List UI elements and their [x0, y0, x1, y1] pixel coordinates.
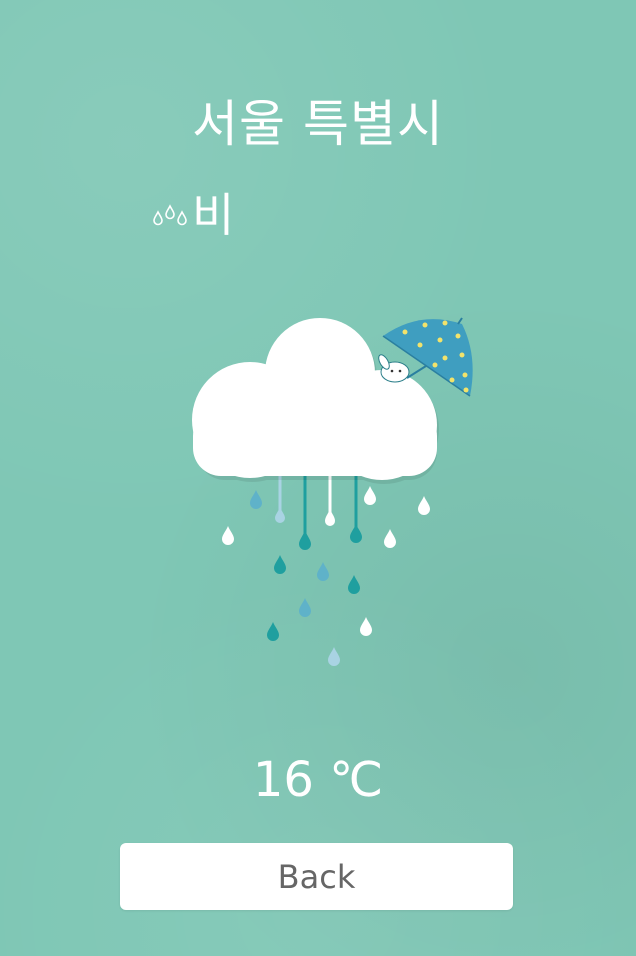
- temperature-display: 16 ℃: [0, 752, 636, 808]
- temperature-value: 16: [252, 752, 314, 808]
- rain-drops-icon: [153, 204, 187, 226]
- weather-condition-label: 비: [192, 188, 235, 242]
- city-title: 서울 특별시: [192, 95, 444, 153]
- weather-screen: { "location": { "city": "서울 특별시" }, "wea…: [0, 0, 636, 956]
- rain-cloud-umbrella-icon: [192, 317, 473, 666]
- back-button[interactable]: Back: [120, 843, 513, 910]
- weather-condition: 비: [150, 182, 234, 242]
- temperature-unit: ℃: [329, 752, 384, 808]
